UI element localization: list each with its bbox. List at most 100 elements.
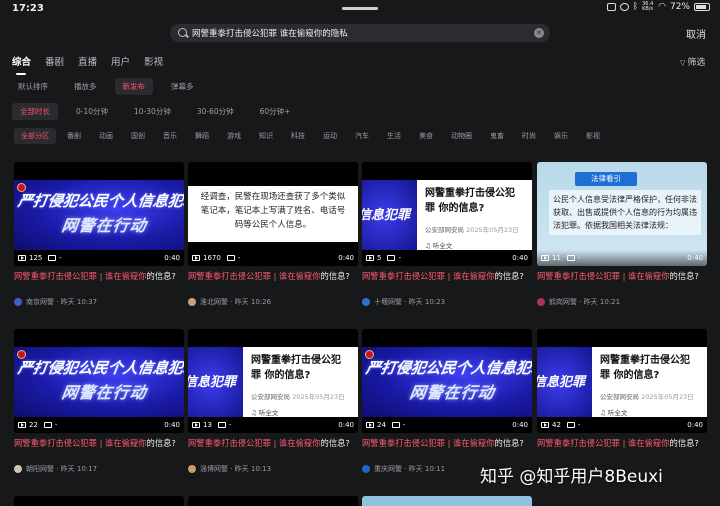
avatar [188, 298, 196, 306]
zone-item[interactable]: 舞蹈 [188, 128, 216, 144]
danmaku-icon [391, 422, 400, 428]
duration-options: 全部时长 0-10分钟 10-30分钟 30-60分钟 60分钟+ [12, 103, 308, 120]
tab-users[interactable]: 用户 [111, 54, 130, 68]
zone-item[interactable]: 影视 [579, 128, 607, 144]
video-title[interactable]: 网警重拳打击侵公犯罪 | 谁在偷窥你的信息? [362, 437, 532, 449]
avatar [14, 298, 22, 306]
status-time: 17:23 [12, 3, 44, 14]
zone-item[interactable]: 番剧 [60, 128, 88, 144]
thumbnail-article: 网警重拳打击侵公犯罪 你的信息? 公安部网安局 2025年05月23日 ♫ 听全… [243, 347, 358, 417]
duration-0-10[interactable]: 0-10分钟 [68, 103, 116, 120]
play-count-icon [192, 255, 200, 261]
zone-item[interactable]: 游戏 [220, 128, 248, 144]
duration-60-plus[interactable]: 60分钟+ [252, 103, 299, 120]
thumbnail-banner-strip: 信息犯罪 [188, 347, 243, 417]
duration-all[interactable]: 全部时长 [12, 103, 58, 120]
zone-item[interactable]: 娱乐 [547, 128, 575, 144]
battery-percent: 72% [669, 2, 690, 12]
video-title[interactable]: 网警重拳打击侵公犯罪 | 谁在偷窥你的信息? [537, 270, 707, 282]
danmaku-icon [43, 422, 52, 428]
danmaku-icon [566, 422, 575, 428]
video-title[interactable]: 网警重拳打击侵公犯罪 | 谁在偷窥你的信息? [188, 270, 358, 282]
video-duration: 0:40 [338, 421, 354, 429]
video-uploader[interactable]: 朝阳网警 · 昨天 10:17 [14, 464, 97, 474]
result-type-tabs: 综合 番剧 直播 用户 影视 [12, 54, 177, 75]
tab-movies[interactable]: 影视 [144, 54, 163, 68]
duration-30-60[interactable]: 30-60分钟 [189, 103, 242, 120]
search-icon [178, 28, 187, 37]
zone-item[interactable]: 美食 [412, 128, 440, 144]
cancel-button[interactable]: 取消 [686, 26, 706, 41]
avatar [362, 465, 370, 473]
video-title[interactable]: 网警重拳打击侵公犯罪 | 谁在偷窥你的信息? [14, 437, 184, 449]
video-meta: 5 - 0:40 [362, 250, 532, 266]
tab-bangumi[interactable]: 番剧 [45, 54, 64, 68]
filter-label: 筛选 [687, 58, 706, 68]
zone-item[interactable]: 鬼畜 [483, 128, 511, 144]
zone-item[interactable]: 生活 [380, 128, 408, 144]
battery-icon [694, 3, 710, 11]
thumbnail-article: 网警重拳打击侵公犯罪 你的信息? 公安部网安局 2025年05月23日 ♫ 听全… [592, 347, 707, 417]
video-meta: 125 - 0:40 [14, 250, 184, 266]
video-thumbnail[interactable]: 严打侵犯公民个人信息犯罪 网警在行动 24 - 0:40 [362, 329, 532, 433]
thumbnail-text-panel: 经调查，民警在现场还查获了多个类似笔记本，笔记本上写满了姓名、电话号码等公民个人… [188, 186, 358, 242]
sort-most-danmaku[interactable]: 弹幕多 [163, 78, 202, 95]
zone-item[interactable]: 国创 [124, 128, 152, 144]
video-thumbnail[interactable]: 严打侵犯公民个人信息犯罪 网警在行动 22 - 0:40 [14, 329, 184, 433]
video-duration: 0:40 [512, 421, 528, 429]
watermark: 知乎 @知乎用户8Beuxi [480, 467, 663, 487]
video-meta: 22 - 0:40 [14, 417, 184, 433]
tab-live[interactable]: 直播 [78, 54, 97, 68]
video-meta: 1670 - 0:40 [188, 250, 358, 266]
video-duration: 0:40 [512, 254, 528, 262]
video-title[interactable]: 网警重拳打击侵公犯罪 | 谁在偷窥你的信息? [188, 437, 358, 449]
zone-item[interactable]: 知识 [252, 128, 280, 144]
sort-newest[interactable]: 新发布 [114, 78, 153, 95]
danmaku-icon [48, 255, 57, 261]
zone-item[interactable]: 汽车 [348, 128, 376, 144]
video-thumbnail[interactable]: 法律看引 公民个人信息受法律严格保护，任何非法获取、出售或提供个人信息的行为均属… [537, 162, 707, 266]
video-uploader[interactable]: 重庆网警 · 昨天 10:11 [362, 464, 445, 474]
status-bar: 17:23 ᛒ 36.4 KB/s ◠ 72% [0, 0, 720, 18]
status-icons: ᛒ 36.4 KB/s ◠ 72% [606, 2, 710, 12]
sort-default[interactable]: 默认排序 [10, 78, 56, 95]
play-count-icon [18, 255, 26, 261]
filter-button[interactable]: ▽ 筛选 [680, 55, 705, 68]
zone-item[interactable]: 运动 [316, 128, 344, 144]
screenshot-icon [606, 3, 616, 11]
zone-all[interactable]: 全部分区 [14, 128, 56, 144]
tab-comprehensive[interactable]: 综合 [12, 54, 31, 75]
play-count-icon [541, 255, 549, 261]
video-uploader[interactable]: 十堰网警 · 昨天 10:23 [362, 297, 445, 307]
clear-icon[interactable]: ✕ [534, 28, 544, 38]
video-title[interactable]: 网警重拳打击侵公犯罪 | 谁在偷窥你的信息? [14, 270, 184, 282]
video-title[interactable]: 网警重拳打击侵公犯罪 | 谁在偷窥你的信息? [537, 437, 707, 449]
video-thumbnail[interactable]: 信息犯罪 网警重拳打击侵公犯罪 你的信息? 公安部网安局 2025年05月23日… [537, 329, 707, 433]
video-thumbnail[interactable]: 经调查，民警在现场还查获了多个类似笔记本，笔记本上写满了姓名、电话号码等公民个人… [188, 162, 358, 266]
video-uploader[interactable]: 淄博网警 · 昨天 10:13 [188, 464, 271, 474]
video-card-peek[interactable] [14, 496, 184, 506]
video-uploader[interactable]: 鹤岗网警 · 昨天 10:21 [537, 297, 620, 307]
search-query: 网警重拳打击侵公犯罪 谁在偷窥你的隐私 [192, 29, 348, 39]
video-uploader[interactable]: 南京网警 · 昨天 10:37 [14, 297, 97, 307]
zone-item[interactable]: 科技 [284, 128, 312, 144]
video-thumbnail[interactable]: 严打侵犯公民个人信息犯罪 网警在行动 125 - 0:40 [14, 162, 184, 266]
thumbnail-banner: 严打侵犯公民个人信息犯罪 网警在行动 [14, 347, 184, 417]
zone-item[interactable]: 时尚 [515, 128, 543, 144]
video-title[interactable]: 网警重拳打击侵公犯罪 | 谁在偷窥你的信息? [362, 270, 532, 282]
zone-item[interactable]: 动画 [92, 128, 120, 144]
zone-item[interactable]: 音乐 [156, 128, 184, 144]
zone-item[interactable]: 动物圈 [444, 128, 479, 144]
video-uploader[interactable]: 淮北网警 · 昨天 10:26 [188, 297, 271, 307]
video-card-peek[interactable] [188, 496, 358, 506]
thumbnail-article: 网警重拳打击侵公犯罪 你的信息? 公安部网安局 2025年05月23日 ♫ 听全… [417, 180, 532, 250]
video-thumbnail[interactable]: 信息犯罪 网警重拳打击侵公犯罪 你的信息? 公安部网安局 2025年05月23日… [188, 329, 358, 433]
video-card-peek[interactable] [362, 496, 532, 506]
search-input[interactable]: 网警重拳打击侵公犯罪 谁在偷窥你的隐私 ✕ [170, 24, 550, 42]
play-count-icon [192, 422, 200, 428]
thumbnail-banner-strip: 信息犯罪 [537, 347, 592, 417]
duration-10-30[interactable]: 10-30分钟 [126, 103, 179, 120]
video-meta: 11 - 0:40 [537, 250, 707, 266]
sort-most-played[interactable]: 播放多 [66, 78, 105, 95]
video-thumbnail[interactable]: 信息犯罪 网警重拳打击侵公犯罪 你的信息? 公安部网安局 2025年05月23日… [362, 162, 532, 266]
